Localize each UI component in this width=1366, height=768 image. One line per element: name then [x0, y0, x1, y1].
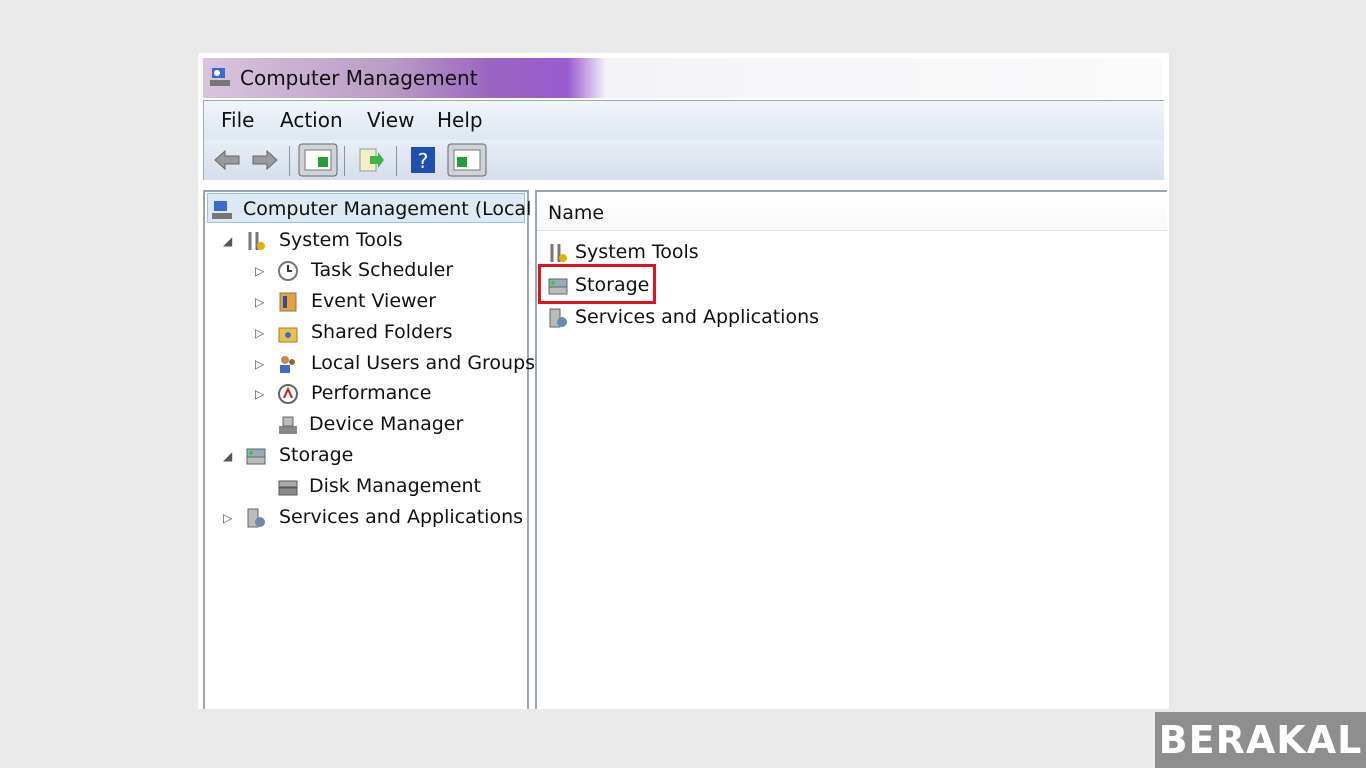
toolbar-separator [396, 146, 397, 176]
svg-text:?: ? [418, 149, 429, 173]
shared-folder-icon [278, 327, 298, 343]
collapsed-arrow-icon[interactable]: ▷ [255, 295, 264, 309]
performance-gauge-icon [278, 384, 298, 404]
storage-icon [246, 448, 266, 465]
menu-view[interactable]: View [367, 108, 414, 132]
collapsed-arrow-icon[interactable]: ▷ [255, 326, 264, 340]
disk-management-icon [278, 480, 298, 496]
menu-action[interactable]: Action [280, 108, 343, 132]
collapsed-arrow-icon[interactable]: ▷ [255, 387, 264, 401]
show-hide-action-pane-icon[interactable] [447, 143, 487, 177]
export-list-icon[interactable] [356, 146, 386, 174]
event-viewer-icon [279, 292, 297, 312]
expanded-arrow-icon[interactable]: ◢ [223, 234, 232, 248]
forward-icon[interactable] [250, 146, 280, 174]
title-bar: Computer Management [203, 58, 1163, 98]
computer-management-icon [212, 201, 232, 219]
services-icon [247, 508, 265, 528]
clock-icon [278, 261, 298, 281]
device-manager-icon [279, 416, 297, 434]
name-column-header[interactable]: Name [537, 192, 1167, 231]
berakal-watermark-logo: BERAKAL [1155, 712, 1366, 768]
services-icon [549, 308, 567, 328]
menu-file[interactable]: File [221, 108, 254, 132]
window-title: Computer Management [240, 66, 478, 90]
tools-icon [550, 244, 567, 262]
collapsed-arrow-icon[interactable]: ▷ [223, 511, 232, 525]
collapsed-arrow-icon[interactable]: ▷ [255, 264, 264, 278]
collapsed-arrow-icon[interactable]: ▷ [255, 357, 264, 371]
users-icon [280, 356, 295, 373]
storage-highlight-box [538, 264, 656, 304]
toolbar: ? [203, 140, 1164, 180]
tools-icon [248, 232, 265, 250]
show-hide-console-tree-icon[interactable] [298, 143, 338, 177]
menu-help[interactable]: Help [437, 108, 483, 132]
back-icon[interactable] [212, 146, 242, 174]
computer-management-icon [210, 68, 230, 86]
console-tree: Computer Management (Local ◢ System Tools… [203, 190, 535, 709]
toolbar-separator [344, 146, 345, 176]
computer-management-window: Computer Management File Action View Hel… [198, 53, 1169, 709]
toolbar-separator [289, 146, 290, 176]
expanded-arrow-icon[interactable]: ◢ [223, 449, 232, 463]
help-icon[interactable]: ? [410, 146, 436, 174]
menu-bar: File Action View Help [203, 100, 1164, 141]
